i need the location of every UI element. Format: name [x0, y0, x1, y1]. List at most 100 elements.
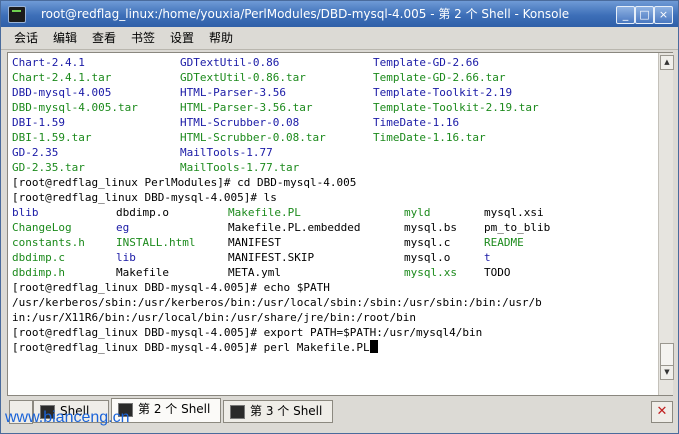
ls-entry: TimeDate-1.16: [373, 116, 460, 129]
terminal-line: [root@redflag_linux DBD-mysql-4.005]# ec…: [12, 280, 652, 295]
menu-bookmarks[interactable]: 书签: [131, 30, 155, 46]
ls-entry: mysql.bs: [404, 221, 457, 234]
konsole-window: root@redflag_linux:/home/youxia/PerlModu…: [0, 0, 679, 434]
text-cursor: [369, 340, 378, 353]
terminal-line: GD-2.35 MailTools-1.77: [12, 145, 652, 160]
scrollbar-thumb[interactable]: [660, 343, 674, 367]
maximize-button[interactable]: □: [635, 6, 654, 24]
terminal-line: DBD-mysql-4.005 HTML-Parser-3.56 Template-…: [12, 85, 652, 100]
terminal-text: [root@redflag_linux DBD-mysql-4.005]# ls: [12, 191, 277, 204]
ls-entry: mysql.xsi: [484, 206, 544, 219]
ls-entry: eg: [116, 221, 130, 234]
ls-entry: Makefile.PL: [228, 206, 301, 219]
ls-entry: blib: [12, 206, 39, 219]
ls-entry: HTML-Scrubber-0.08.tar: [180, 131, 326, 144]
ls-entry: Template-Toolkit-2.19.tar: [373, 101, 539, 114]
terminal-line: [root@redflag_linux PerlModules]# cd DBD…: [12, 175, 652, 190]
terminal-icon: [230, 405, 245, 419]
ls-entry: MANIFEST.SKIP: [228, 251, 315, 264]
ls-entry: pm_to_blib: [484, 221, 551, 234]
terminal-text: [root@redflag_linux PerlModules]# cd DBD…: [12, 176, 357, 189]
scroll-up-arrow-icon[interactable]: ▲: [660, 55, 674, 70]
ls-entry: Chart-2.4.1.tar: [12, 71, 112, 84]
minimize-button[interactable]: _: [616, 6, 635, 24]
ls-entry: INSTALL.html: [116, 236, 196, 249]
ls-entry: HTML-Parser-3.56: [180, 86, 286, 99]
ls-entry: Makefile.PL.embedded: [228, 221, 361, 234]
ls-entry: GDTextUtil-0.86: [180, 56, 280, 69]
terminal-line: DBD-mysql-4.005.tar HTML-Parser-3.56.tar T…: [12, 100, 652, 115]
ls-entry: Template-GD-2.66.tar: [373, 71, 506, 84]
ls-entry: Template-Toolkit-2.19: [373, 86, 513, 99]
ls-entry: DBI-1.59: [12, 116, 65, 129]
ls-entry: HTML-Scrubber-0.08: [180, 116, 300, 129]
terminal-line: Chart-2.4.1 GDTextUtil-0.86 Template-GD-2.…: [12, 55, 652, 70]
ls-entry: dbdimp.c: [12, 251, 65, 264]
ls-entry: TimeDate-1.16.tar: [373, 131, 486, 144]
terminal-line: blib dbdimp.o Makefile.PL myld mysql.xsi: [12, 205, 652, 220]
watermark-text: www.bianceng.cn: [5, 409, 130, 426]
terminal-text: [root@redflag_linux DBD-mysql-4.005]# ec…: [12, 281, 330, 294]
ls-entry: Makefile: [116, 266, 169, 279]
terminal-line: dbdimp.c lib MANIFEST.SKIP mysql.o t: [12, 250, 652, 265]
menu-help[interactable]: 帮助: [209, 30, 233, 46]
ls-entry: mysql.xs: [404, 266, 457, 279]
ls-entry: MailTools-1.77: [180, 146, 273, 159]
ls-entry: TODO: [484, 266, 511, 279]
terminal-line: [root@redflag_linux DBD-mysql-4.005]# ex…: [12, 325, 652, 340]
vertical-scrollbar[interactable]: ▲ ▼: [658, 53, 674, 395]
terminal-output[interactable]: Chart-2.4.1 GDTextUtil-0.86 Template-GD-2.…: [12, 55, 652, 391]
ls-entry: HTML-Parser-3.56.tar: [180, 101, 313, 114]
terminal-line: in:/usr/X11R6/bin:/usr/local/bin:/usr/sh…: [12, 310, 652, 325]
menu-bar: 会话 编辑 查看 书签 设置 帮助: [1, 27, 678, 50]
ls-entry: Chart-2.4.1: [12, 56, 85, 69]
terminal-line: dbdimp.h Makefile META.yml mysql.xs TODO: [12, 265, 652, 280]
close-session-button[interactable]: ✕: [651, 401, 673, 423]
terminal-frame: Chart-2.4.1 GDTextUtil-0.86 Template-GD-2.…: [7, 52, 674, 396]
tab-label: 第 2 个 Shell: [138, 402, 211, 416]
menu-settings[interactable]: 设置: [170, 30, 194, 46]
ls-entry: dbdimp.o: [116, 206, 169, 219]
ls-entry: dbdimp.h: [12, 266, 65, 279]
scroll-down-arrow-icon[interactable]: ▼: [660, 365, 674, 380]
terminal-line: ChangeLog eg Makefile.PL.embedded mysql.bs p…: [12, 220, 652, 235]
ls-entry: t: [484, 251, 491, 264]
terminal-line: [root@redflag_linux DBD-mysql-4.005]# pe…: [12, 340, 652, 355]
terminal-line: DBI-1.59 HTML-Scrubber-0.08 TimeDate-1.16: [12, 115, 652, 130]
tab-label: 第 3 个 Shell: [250, 404, 323, 418]
terminal-text: in:/usr/X11R6/bin:/usr/local/bin:/usr/sh…: [12, 311, 416, 324]
tab-shell-3[interactable]: 第 3 个 Shell: [223, 400, 333, 423]
ls-entry: GD-2.35.tar: [12, 161, 85, 174]
window-title: root@redflag_linux:/home/youxia/PerlModu…: [41, 7, 570, 21]
ls-entry: constants.h: [12, 236, 85, 249]
terminal-line: DBI-1.59.tar HTML-Scrubber-0.08.tar TimeDa…: [12, 130, 652, 145]
terminal-line: GD-2.35.tar MailTools-1.77.tar: [12, 160, 652, 175]
terminal-line: constants.h INSTALL.html MANIFEST mysql.c RE…: [12, 235, 652, 250]
close-button[interactable]: ×: [654, 6, 673, 24]
title-bar[interactable]: root@redflag_linux:/home/youxia/PerlModu…: [1, 1, 678, 27]
ls-entry: mysql.c: [404, 236, 451, 249]
ls-entry: ChangeLog: [12, 221, 72, 234]
terminal-icon[interactable]: [8, 6, 26, 23]
terminal-line: [root@redflag_linux DBD-mysql-4.005]# ls: [12, 190, 652, 205]
menu-session[interactable]: 会话: [14, 30, 38, 46]
menu-view[interactable]: 查看: [92, 30, 116, 46]
terminal-line: /usr/kerberos/sbin:/usr/kerberos/bin:/us…: [12, 295, 652, 310]
terminal-text: [root@redflag_linux DBD-mysql-4.005]# pe…: [12, 340, 378, 355]
ls-entry: GDTextUtil-0.86.tar: [180, 71, 306, 84]
ls-entry: Template-GD-2.66: [373, 56, 479, 69]
ls-entry: mysql.o: [404, 251, 451, 264]
ls-entry: DBD-mysql-4.005.tar: [12, 101, 138, 114]
ls-entry: README: [484, 236, 524, 249]
ls-entry: DBD-mysql-4.005: [12, 86, 112, 99]
terminal-line: Chart-2.4.1.tar GDTextUtil-0.86.tar Templa…: [12, 70, 652, 85]
ls-entry: myld: [404, 206, 431, 219]
ls-entry: GD-2.35: [12, 146, 59, 159]
ls-entry: DBI-1.59.tar: [12, 131, 92, 144]
terminal-text: [root@redflag_linux DBD-mysql-4.005]# ex…: [12, 326, 483, 339]
ls-entry: MailTools-1.77.tar: [180, 161, 300, 174]
ls-entry: MANIFEST: [228, 236, 281, 249]
ls-entry: lib: [116, 251, 136, 264]
menu-edit[interactable]: 编辑: [53, 30, 77, 46]
ls-entry: META.yml: [228, 266, 281, 279]
